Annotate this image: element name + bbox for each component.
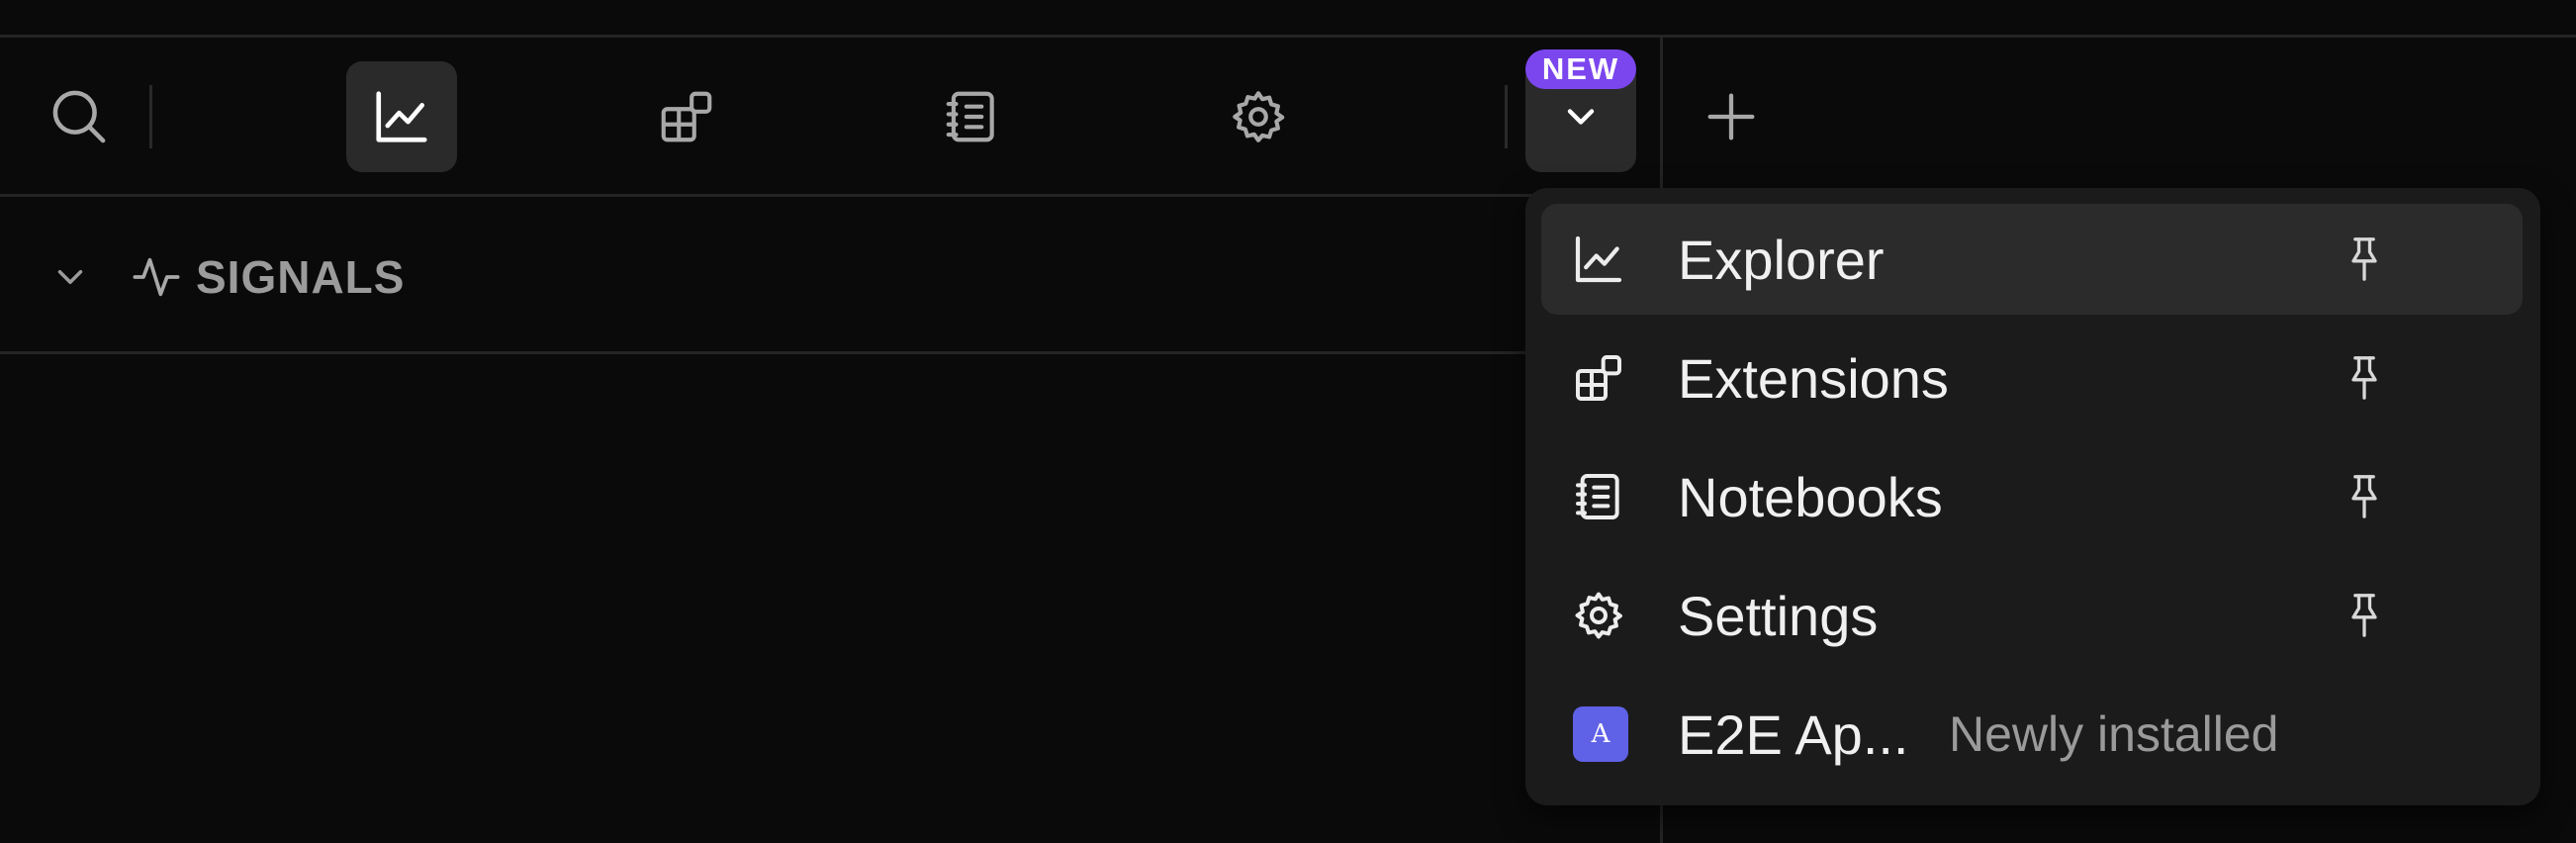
pin-icon[interactable] (2341, 589, 2388, 642)
menu-item-e2e-app[interactable]: A E2E Ap... Newly installed (1541, 679, 2523, 790)
menu-item-settings[interactable]: Settings (1541, 560, 2523, 671)
pin-icon[interactable] (2341, 233, 2388, 286)
menu-item-label: E2E Ap... (1678, 702, 1909, 766)
new-badge: NEW (1525, 49, 1636, 89)
add-tab-button[interactable] (1700, 85, 1763, 148)
search-button[interactable] (46, 83, 113, 150)
chevron-down-icon[interactable] (49, 256, 91, 298)
signals-section-header[interactable]: SIGNALS (49, 235, 405, 319)
notebook-icon (1571, 469, 1626, 524)
menu-item-extensions[interactable]: Extensions (1541, 323, 2523, 433)
newly-installed-label: Newly installed (1949, 706, 2279, 762)
tab-extensions[interactable] (631, 61, 742, 172)
pin-icon[interactable] (2341, 351, 2388, 405)
section-title: SIGNALS (196, 251, 406, 303)
menu-item-label: Notebooks (1678, 465, 1943, 528)
chevron-down-icon (1567, 109, 1595, 125)
toolbar-separator (149, 85, 152, 148)
menu-item-label: Explorer (1678, 228, 1885, 291)
menu-item-label: Extensions (1678, 346, 1949, 410)
pin-icon[interactable] (2341, 470, 2388, 523)
extensions-icon (661, 91, 712, 142)
top-border (0, 35, 2576, 38)
tab-notebooks[interactable] (916, 61, 1027, 172)
app-avatar: A (1573, 706, 1628, 762)
tabs-dropdown-menu: Explorer Extensions Notebooks Settings A… (1525, 188, 2540, 805)
toolbar-bottom-border (0, 194, 1662, 197)
gear-icon (1233, 91, 1285, 142)
extensions-icon (1571, 350, 1626, 406)
section-bottom-border (0, 351, 1543, 354)
gear-icon (1571, 588, 1626, 643)
menu-item-explorer[interactable]: Explorer (1541, 204, 2523, 315)
toolbar-separator-right (1505, 85, 1508, 148)
menu-item-label: Settings (1678, 584, 1879, 647)
search-icon (52, 90, 106, 143)
plus-icon (1707, 93, 1755, 140)
chart-line-icon (1571, 232, 1626, 287)
tab-explorer[interactable] (346, 61, 457, 172)
activity-icon (133, 257, 180, 297)
tab-settings[interactable] (1203, 61, 1314, 172)
chart-line-icon (376, 91, 427, 142)
menu-item-notebooks[interactable]: Notebooks (1541, 441, 2523, 552)
notebook-icon (946, 91, 994, 142)
